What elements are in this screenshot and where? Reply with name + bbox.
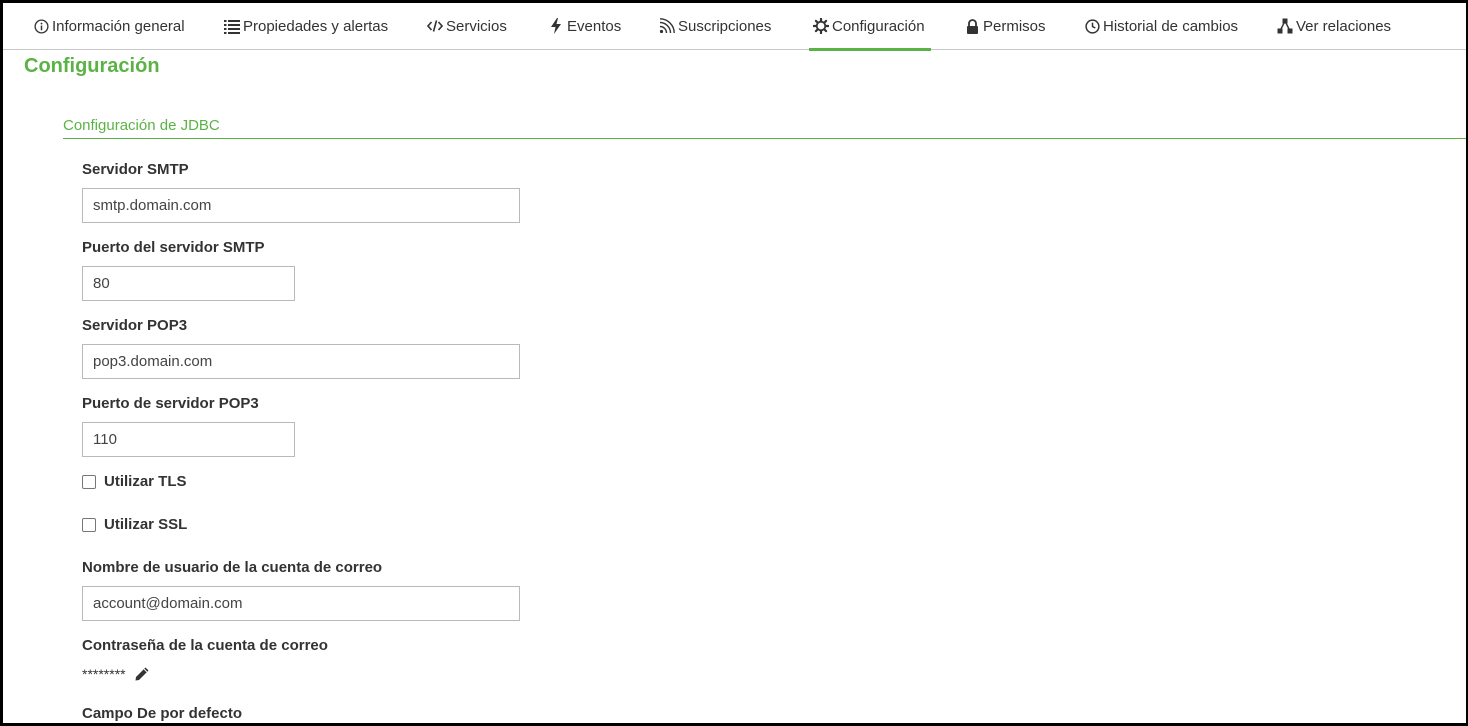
use-tls-checkbox[interactable] (82, 474, 96, 489)
network-icon (1277, 18, 1293, 34)
tab-label: Suscripciones (678, 17, 772, 35)
list-icon (224, 18, 240, 34)
tab-label: Ver relaciones (1296, 17, 1392, 35)
smtp-port-input[interactable] (82, 266, 295, 301)
mail-password-masked: ******** (82, 666, 126, 682)
pop3-server-input[interactable] (82, 344, 520, 379)
section-divider (63, 138, 1466, 139)
clock-icon (1084, 18, 1100, 34)
smtp-server-label: Servidor SMTP (82, 161, 189, 178)
mail-password-label: Contraseña de la cuenta de correo (82, 637, 328, 654)
mail-user-input[interactable] (82, 586, 520, 621)
tab-servicios[interactable]: Servicios (427, 3, 507, 49)
tab-label: Propiedades y alertas (243, 17, 389, 35)
tab-label: Información general (52, 17, 185, 35)
info-icon (33, 18, 49, 34)
lock-icon (964, 18, 980, 34)
tab-informacion-general[interactable]: Información general (33, 3, 185, 49)
mail-password-row: ******** (82, 666, 150, 682)
tab-historial-cambios[interactable]: Historial de cambios (1084, 3, 1238, 49)
page-title: Configuración (24, 55, 160, 77)
use-ssl-checkbox[interactable] (82, 517, 96, 532)
tab-propiedades-alertas[interactable]: Propiedades y alertas (224, 3, 388, 49)
tab-label: Eventos (567, 17, 622, 35)
default-from-label: Campo De por defecto (82, 705, 243, 722)
tab-ver-relaciones[interactable]: Ver relaciones (1277, 3, 1391, 49)
smtp-server-input[interactable] (82, 188, 520, 223)
use-ssl-row[interactable]: Utilizar SSL (82, 516, 187, 533)
pencil-icon (135, 667, 149, 681)
main-frame: Información general Propiedades y alerta… (0, 0, 1468, 726)
use-tls-label: Utilizar TLS (104, 473, 187, 490)
use-ssl-label: Utilizar SSL (104, 516, 188, 533)
pop3-port-input[interactable] (82, 422, 295, 457)
pop3-server-label: Servidor POP3 (82, 317, 188, 334)
tab-configuracion[interactable]: Configuración (809, 3, 931, 51)
tab-label: Configuración (832, 17, 925, 35)
mail-user-label: Nombre de usuario de la cuenta de correo (82, 559, 383, 576)
tab-eventos[interactable]: Eventos (548, 3, 621, 49)
use-tls-row[interactable]: Utilizar TLS (82, 473, 187, 490)
code-icon (427, 18, 443, 34)
edit-password-button[interactable] (134, 666, 150, 682)
tab-suscripciones[interactable]: Suscripciones (659, 3, 771, 49)
gear-icon (813, 18, 829, 34)
tab-label: Permisos (983, 17, 1046, 35)
section-title: Configuración de JDBC (63, 117, 220, 134)
tab-bar: Información general Propiedades y alerta… (3, 3, 1466, 51)
feed-icon (659, 18, 675, 34)
bolt-icon (548, 18, 564, 34)
tab-label: Historial de cambios (1103, 17, 1239, 35)
tab-label: Servicios (446, 17, 507, 35)
pop3-port-label: Puerto de servidor POP3 (82, 395, 259, 412)
smtp-port-label: Puerto del servidor SMTP (82, 239, 265, 256)
tab-permisos[interactable]: Permisos (964, 3, 1046, 49)
